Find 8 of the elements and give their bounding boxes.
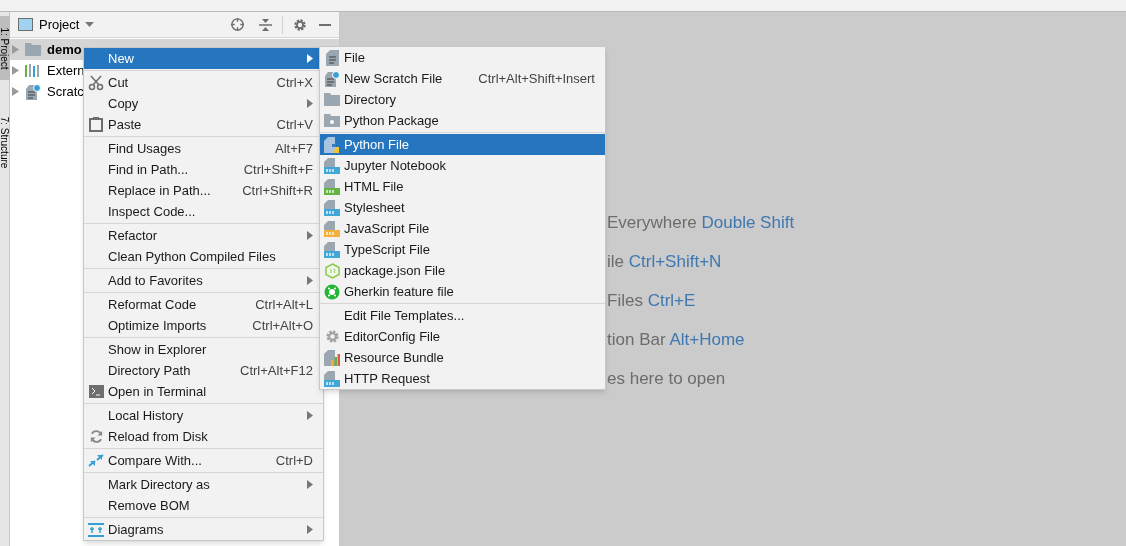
tree-item-label: Extern [47,61,85,80]
editor-hint: Everywhere Double Shift [607,212,796,231]
tree-item-label: demo [47,40,82,59]
editor-hint: Files Ctrl+E [607,290,697,309]
editor-hint: tion Bar Alt+Home [607,329,746,348]
editor-hint: ile Ctrl+Shift+N [607,251,723,270]
tree-item-label: Scratc [47,82,84,101]
editor-hint: es here to open [607,368,727,387]
